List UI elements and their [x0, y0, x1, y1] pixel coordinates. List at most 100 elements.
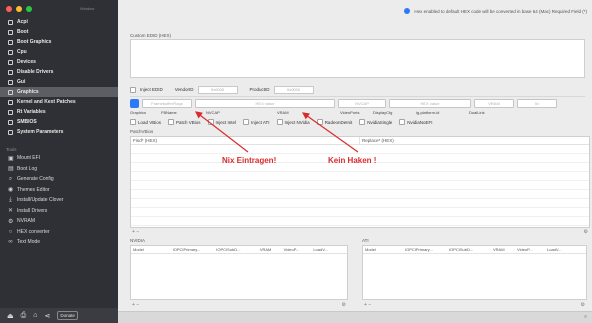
column-header[interactable]: IOPCIPrimary... [171, 246, 215, 253]
bottom-status-bar: ≡ [118, 311, 592, 323]
donate-button[interactable]: Donate [57, 311, 78, 320]
column-header[interactable]: IOPCISubD... [214, 246, 258, 253]
list-icon [8, 109, 13, 115]
sidebar-item-boot[interactable]: Boot [0, 27, 118, 37]
nvidia-add-remove[interactable]: + − [132, 302, 139, 308]
framebuffer-field[interactable]: FramebufferFlags [142, 98, 192, 108]
sidebar-tool-generate-config[interactable]: ⌕ Generate Config [0, 174, 118, 185]
checkbox-inject-ati[interactable]: Inject ATI [243, 119, 270, 125]
vram-field[interactable]: VRAM [474, 98, 514, 108]
sidebar-item-gui[interactable]: Gui [0, 77, 118, 87]
close-window-button[interactable] [6, 6, 12, 12]
checkbox-nvidiasingle[interactable]: NvidiaSingle [359, 119, 392, 125]
value-field[interactable]: 0x [517, 98, 557, 108]
edid-row: Inject EDID VendorID 0x0000 ProductID 0x… [130, 85, 314, 94]
home-icon[interactable]: ⌂ [33, 312, 37, 319]
checkbox-inject-nvidia[interactable]: Inject NVidia [276, 119, 310, 125]
column-header[interactable]: Model [363, 246, 403, 253]
ati-footer: + − ⚙ [362, 302, 587, 308]
sidebar-item-disable-drivers[interactable]: Disable Drivers [0, 67, 118, 77]
replace-column-header[interactable]: Replace* (HEX) [360, 137, 589, 144]
open-file-icon[interactable]: ⏏ [7, 312, 14, 320]
gear-icon[interactable]: ⚙ [581, 302, 585, 308]
table-row[interactable] [131, 199, 589, 208]
hex-value-field[interactable]: HEX value [195, 98, 335, 108]
column-header[interactable]: IOPCISubD... [447, 246, 491, 253]
column-header[interactable]: LoadV... [311, 246, 347, 253]
sidebar-tool-nvram[interactable]: ⚙ NVRAM [0, 216, 118, 227]
sidebar-item-devices[interactable]: Devices [0, 57, 118, 67]
sidebar-tool-hex-converter[interactable]: ○ HEX converter [0, 227, 118, 238]
minimize-window-button[interactable] [16, 6, 22, 12]
save-icon[interactable]: ⎙ [21, 312, 27, 320]
checkbox-box[interactable] [316, 119, 323, 125]
table-row[interactable] [131, 172, 589, 181]
sidebar-item-label: System Parameters [17, 129, 64, 135]
list-icon [8, 69, 13, 75]
product-id-field[interactable]: 0x0000 [273, 85, 314, 94]
checkbox-label: Inject NVidia [284, 119, 310, 125]
sidebar-tool-mount-efi[interactable]: ▣ Mount EFI [0, 153, 118, 164]
checkbox-box[interactable] [276, 119, 283, 125]
table-row[interactable] [131, 145, 589, 154]
column-header[interactable]: IOPCIPrimary... [403, 246, 447, 253]
sidebar-item-rt-variables[interactable]: Rt Variables [0, 107, 118, 117]
ati-add-remove[interactable]: + − [364, 302, 371, 308]
column-header[interactable]: LoadV... [545, 246, 581, 253]
sidebar-item-smbios[interactable]: SMBIOS [0, 117, 118, 127]
sidebar-tool-themes-editor[interactable]: ◉ Themes Editor [0, 185, 118, 196]
table-row[interactable] [131, 181, 589, 190]
sidebar-item-cpu[interactable]: Cpu [0, 47, 118, 57]
column-header[interactable]: VRAM [491, 246, 515, 253]
checkbox-nvidianoefi[interactable]: NvidiaNoEFI [399, 119, 433, 125]
inject-edid-checkbox[interactable] [130, 86, 136, 93]
checkbox-patch-vbios[interactable]: Patch VBios [168, 119, 201, 125]
sidebar-item-acpi[interactable]: Acpi [0, 17, 118, 27]
nvidia-footer: + − ⚙ [130, 302, 348, 308]
checkbox-load-vbios[interactable]: Load VBios [130, 119, 161, 125]
download-icon: ⤓ [9, 196, 12, 203]
patchvbios-footer: + − ⚙ [130, 229, 590, 235]
zoom-window-button[interactable] [26, 6, 32, 12]
vendor-id-field[interactable]: 0x0000 [197, 85, 238, 94]
checkbox-box[interactable] [168, 119, 175, 125]
sidebar-item-system-parameters[interactable]: System Parameters [0, 127, 118, 137]
column-header: NVCAP [206, 110, 220, 115]
sidebar-section-tools: Tools [6, 146, 17, 152]
sidebar-tool-install-drivers[interactable]: ✕ Install Drivers [0, 206, 118, 217]
find-column-header[interactable]: Find* (HEX) [131, 137, 360, 144]
hex-value-field-2[interactable]: HEX value [389, 98, 471, 108]
checkbox-radeondeinit[interactable]: RadeonDeInit [316, 119, 352, 125]
checkbox-box[interactable] [130, 119, 136, 125]
sidebar-tool-boot-log[interactable]: ▤ Boot Log [0, 164, 118, 175]
checkbox-box[interactable] [243, 119, 250, 125]
checkbox-inject-intel[interactable]: Inject Intel [207, 119, 236, 125]
resize-grip-icon[interactable]: ≡ [584, 314, 587, 320]
gear-icon[interactable]: ⚙ [584, 229, 588, 235]
column-header[interactable]: VRAM [258, 246, 282, 253]
sidebar-item-kernel-and-kext-patches[interactable]: Kernel and Kext Patches [0, 97, 118, 107]
sidebar-item-label: Boot [17, 29, 29, 35]
checkbox-box[interactable] [399, 119, 406, 125]
checkbox-box[interactable] [359, 119, 366, 125]
share-icon[interactable]: ⋖ [44, 312, 50, 320]
graphics-stepper[interactable] [130, 98, 139, 108]
sidebar-item-graphics[interactable]: Graphics [0, 87, 118, 97]
nvcap-field[interactable]: NVCAP [338, 98, 386, 108]
hex-radio[interactable] [404, 8, 411, 14]
table-row[interactable] [131, 217, 589, 226]
custom-edid-textarea[interactable] [130, 39, 585, 78]
checkbox-box[interactable] [207, 119, 214, 125]
sidebar-item-boot-graphics[interactable]: Boot Graphics [0, 37, 118, 47]
sidebar-tool-text-mode[interactable]: ∞ Text Mode [0, 237, 118, 248]
gear-icon[interactable]: ⚙ [342, 302, 346, 308]
column-header[interactable]: VideoP... [282, 246, 312, 253]
column-header[interactable]: Model [131, 246, 171, 253]
ati-table: Model IOPCIPrimary... IOPCISubD... VRAM Vide… [362, 245, 587, 300]
table-row[interactable] [131, 208, 589, 217]
table-row[interactable] [131, 190, 589, 199]
add-remove-buttons[interactable]: + − [132, 229, 139, 235]
column-header[interactable]: VideoP... [515, 246, 545, 253]
sidebar-item-label: Acpi [17, 19, 28, 25]
sidebar-tool-install-update-clover[interactable]: ⤓ Install/Update Clover [0, 195, 118, 206]
